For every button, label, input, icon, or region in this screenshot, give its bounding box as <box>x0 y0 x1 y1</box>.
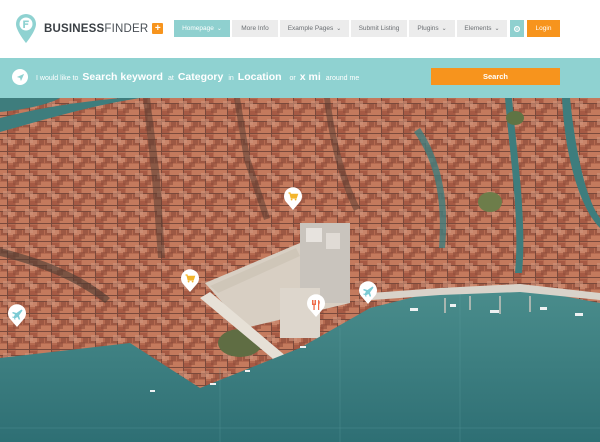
map-tiles <box>0 98 600 442</box>
nav-item-label: More Info <box>241 25 269 32</box>
nav-item-label: Submit Listing <box>358 25 400 32</box>
brand-name: BUSINESS FINDER + <box>44 22 164 35</box>
settings-button[interactable] <box>510 20 524 37</box>
distance-input[interactable]: x mi <box>300 71 321 83</box>
search-bar: I would like to Search keyword at Catego… <box>0 58 600 98</box>
nav-item-label: Homepage <box>182 25 214 32</box>
brand-name-thin: FINDER <box>104 22 149 35</box>
login-button[interactable]: Login <box>527 20 560 37</box>
nav-item-label: Plugins <box>417 25 439 32</box>
nav-item-label: Example Pages <box>287 25 334 32</box>
location-arrow-icon <box>16 73 24 81</box>
search-sentence: I would like to Search keyword at Catego… <box>36 71 363 83</box>
nav-item-homepage[interactable]: Homepage ⌄ <box>174 20 230 37</box>
gear-icon <box>513 25 521 32</box>
chevron-down-icon: ⌄ <box>441 26 447 32</box>
map-marker-airport[interactable] <box>358 281 378 305</box>
brand-name-bold: BUSINESS <box>44 22 105 35</box>
search-around: around me <box>325 75 360 82</box>
site-header: BUSINESS FINDER + Homepage ⌄ More Info Exa… <box>0 0 600 58</box>
main-nav: Homepage ⌄ More Info Example Pages ⌄ Submi… <box>174 20 560 37</box>
locate-me-button[interactable] <box>12 69 28 85</box>
satellite-map[interactable] <box>0 98 600 442</box>
nav-item-submit-listing[interactable]: Submit Listing <box>351 20 407 37</box>
map-marker-shop[interactable] <box>283 187 303 211</box>
search-or: or <box>289 75 296 82</box>
chevron-down-icon: ⌄ <box>494 26 500 32</box>
nav-item-example-pages[interactable]: Example Pages ⌄ <box>280 20 349 37</box>
category-select[interactable]: Category <box>178 71 224 83</box>
nav-item-label: Elements <box>464 25 492 32</box>
map-marker-airport[interactable] <box>7 304 27 328</box>
nav-item-more-info[interactable]: More Info <box>232 20 278 37</box>
nav-item-plugins[interactable]: Plugins ⌄ <box>409 20 455 37</box>
location-input[interactable]: Location <box>238 71 282 83</box>
map-marker-restaurant[interactable] <box>306 294 326 318</box>
logo-pin-icon <box>14 13 38 44</box>
search-prefix: I would like to <box>36 75 79 82</box>
chevron-down-icon: ⌄ <box>216 26 222 32</box>
search-button[interactable]: Search <box>431 68 560 85</box>
map-marker-shop[interactable] <box>180 269 200 293</box>
search-in: in <box>228 75 234 82</box>
nav-item-elements[interactable]: Elements ⌄ <box>457 20 507 37</box>
chevron-down-icon: ⌄ <box>336 26 342 32</box>
search-at: at <box>167 75 174 82</box>
brand-logo[interactable]: BUSINESS FINDER + <box>14 13 164 44</box>
brand-plus-badge: + <box>152 23 164 34</box>
keyword-input[interactable]: Search keyword <box>82 71 163 83</box>
